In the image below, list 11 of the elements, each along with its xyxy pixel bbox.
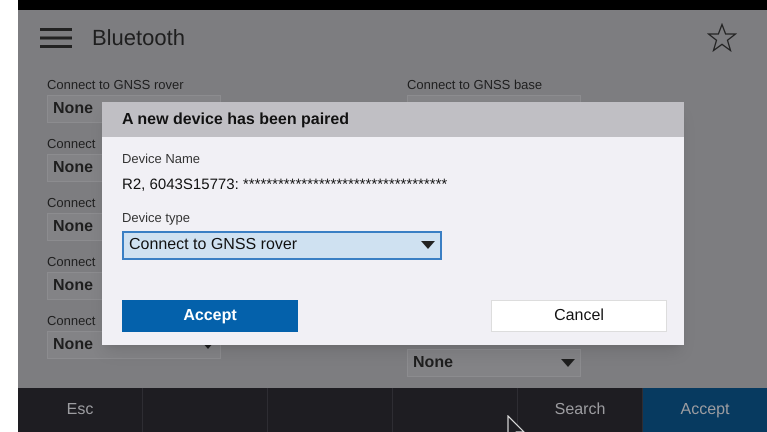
field-label: Connect [47, 194, 96, 212]
field-label: Device Name [122, 150, 202, 168]
field-label: Connect [47, 135, 96, 153]
field-label: Connect [47, 312, 96, 330]
device-name: R2, 6043S15773: *********************************** [122, 174, 448, 194]
field-label: Device type [122, 209, 191, 227]
field-label: Connect [47, 253, 96, 271]
field-label: Connect to GNSS base [407, 76, 542, 94]
field-label: Connect to GNSS rover [47, 76, 184, 94]
page-title: Bluetooth [92, 24, 185, 52]
dialog-title: A new device has been paired [122, 110, 350, 130]
